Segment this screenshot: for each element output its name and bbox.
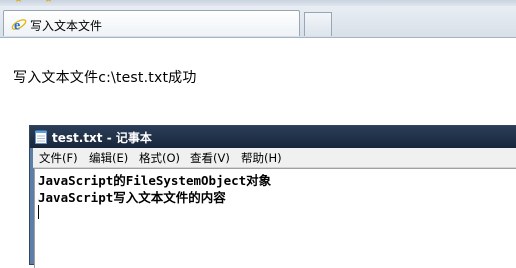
add-favorites-icon[interactable]: ★: [44, 0, 54, 5]
tab-title: 写入文本文件: [30, 19, 103, 33]
favorites-star-icon[interactable]: ★: [14, 0, 24, 5]
new-tab-button[interactable]: [304, 12, 332, 36]
notepad-title: test.txt - 记事本: [52, 131, 152, 145]
menu-file[interactable]: 文件(F): [39, 150, 78, 166]
menu-format[interactable]: 格式(O): [139, 150, 180, 166]
browser-tab[interactable]: e 写入文本文件: [3, 10, 300, 36]
menu-edit[interactable]: 编辑(E): [89, 150, 128, 166]
svg-text:e: e: [14, 19, 20, 33]
text-caret: [38, 205, 39, 219]
menu-view[interactable]: 查看(V): [190, 150, 230, 166]
page-message: 写入文本文件c:\test.txt成功: [13, 70, 197, 86]
text-line-2: JavaScript写入文本文件的内容: [38, 190, 226, 205]
menu-help[interactable]: 帮助(H): [241, 150, 282, 166]
notepad-titlebar[interactable]: test.txt - 记事本: [30, 126, 516, 148]
notepad-icon: [35, 130, 47, 144]
notepad-window: test.txt - 记事本 文件(F) 编辑(E) 格式(O) 查看(V) 帮…: [29, 125, 516, 268]
notepad-menubar: 文件(F) 编辑(E) 格式(O) 查看(V) 帮助(H): [33, 148, 516, 168]
tab-bar: e 写入文本文件: [0, 6, 516, 38]
internet-explorer-icon: e: [11, 19, 27, 33]
notepad-text-area[interactable]: JavaScript的FileSystemObject对象 JavaScript…: [34, 168, 516, 268]
